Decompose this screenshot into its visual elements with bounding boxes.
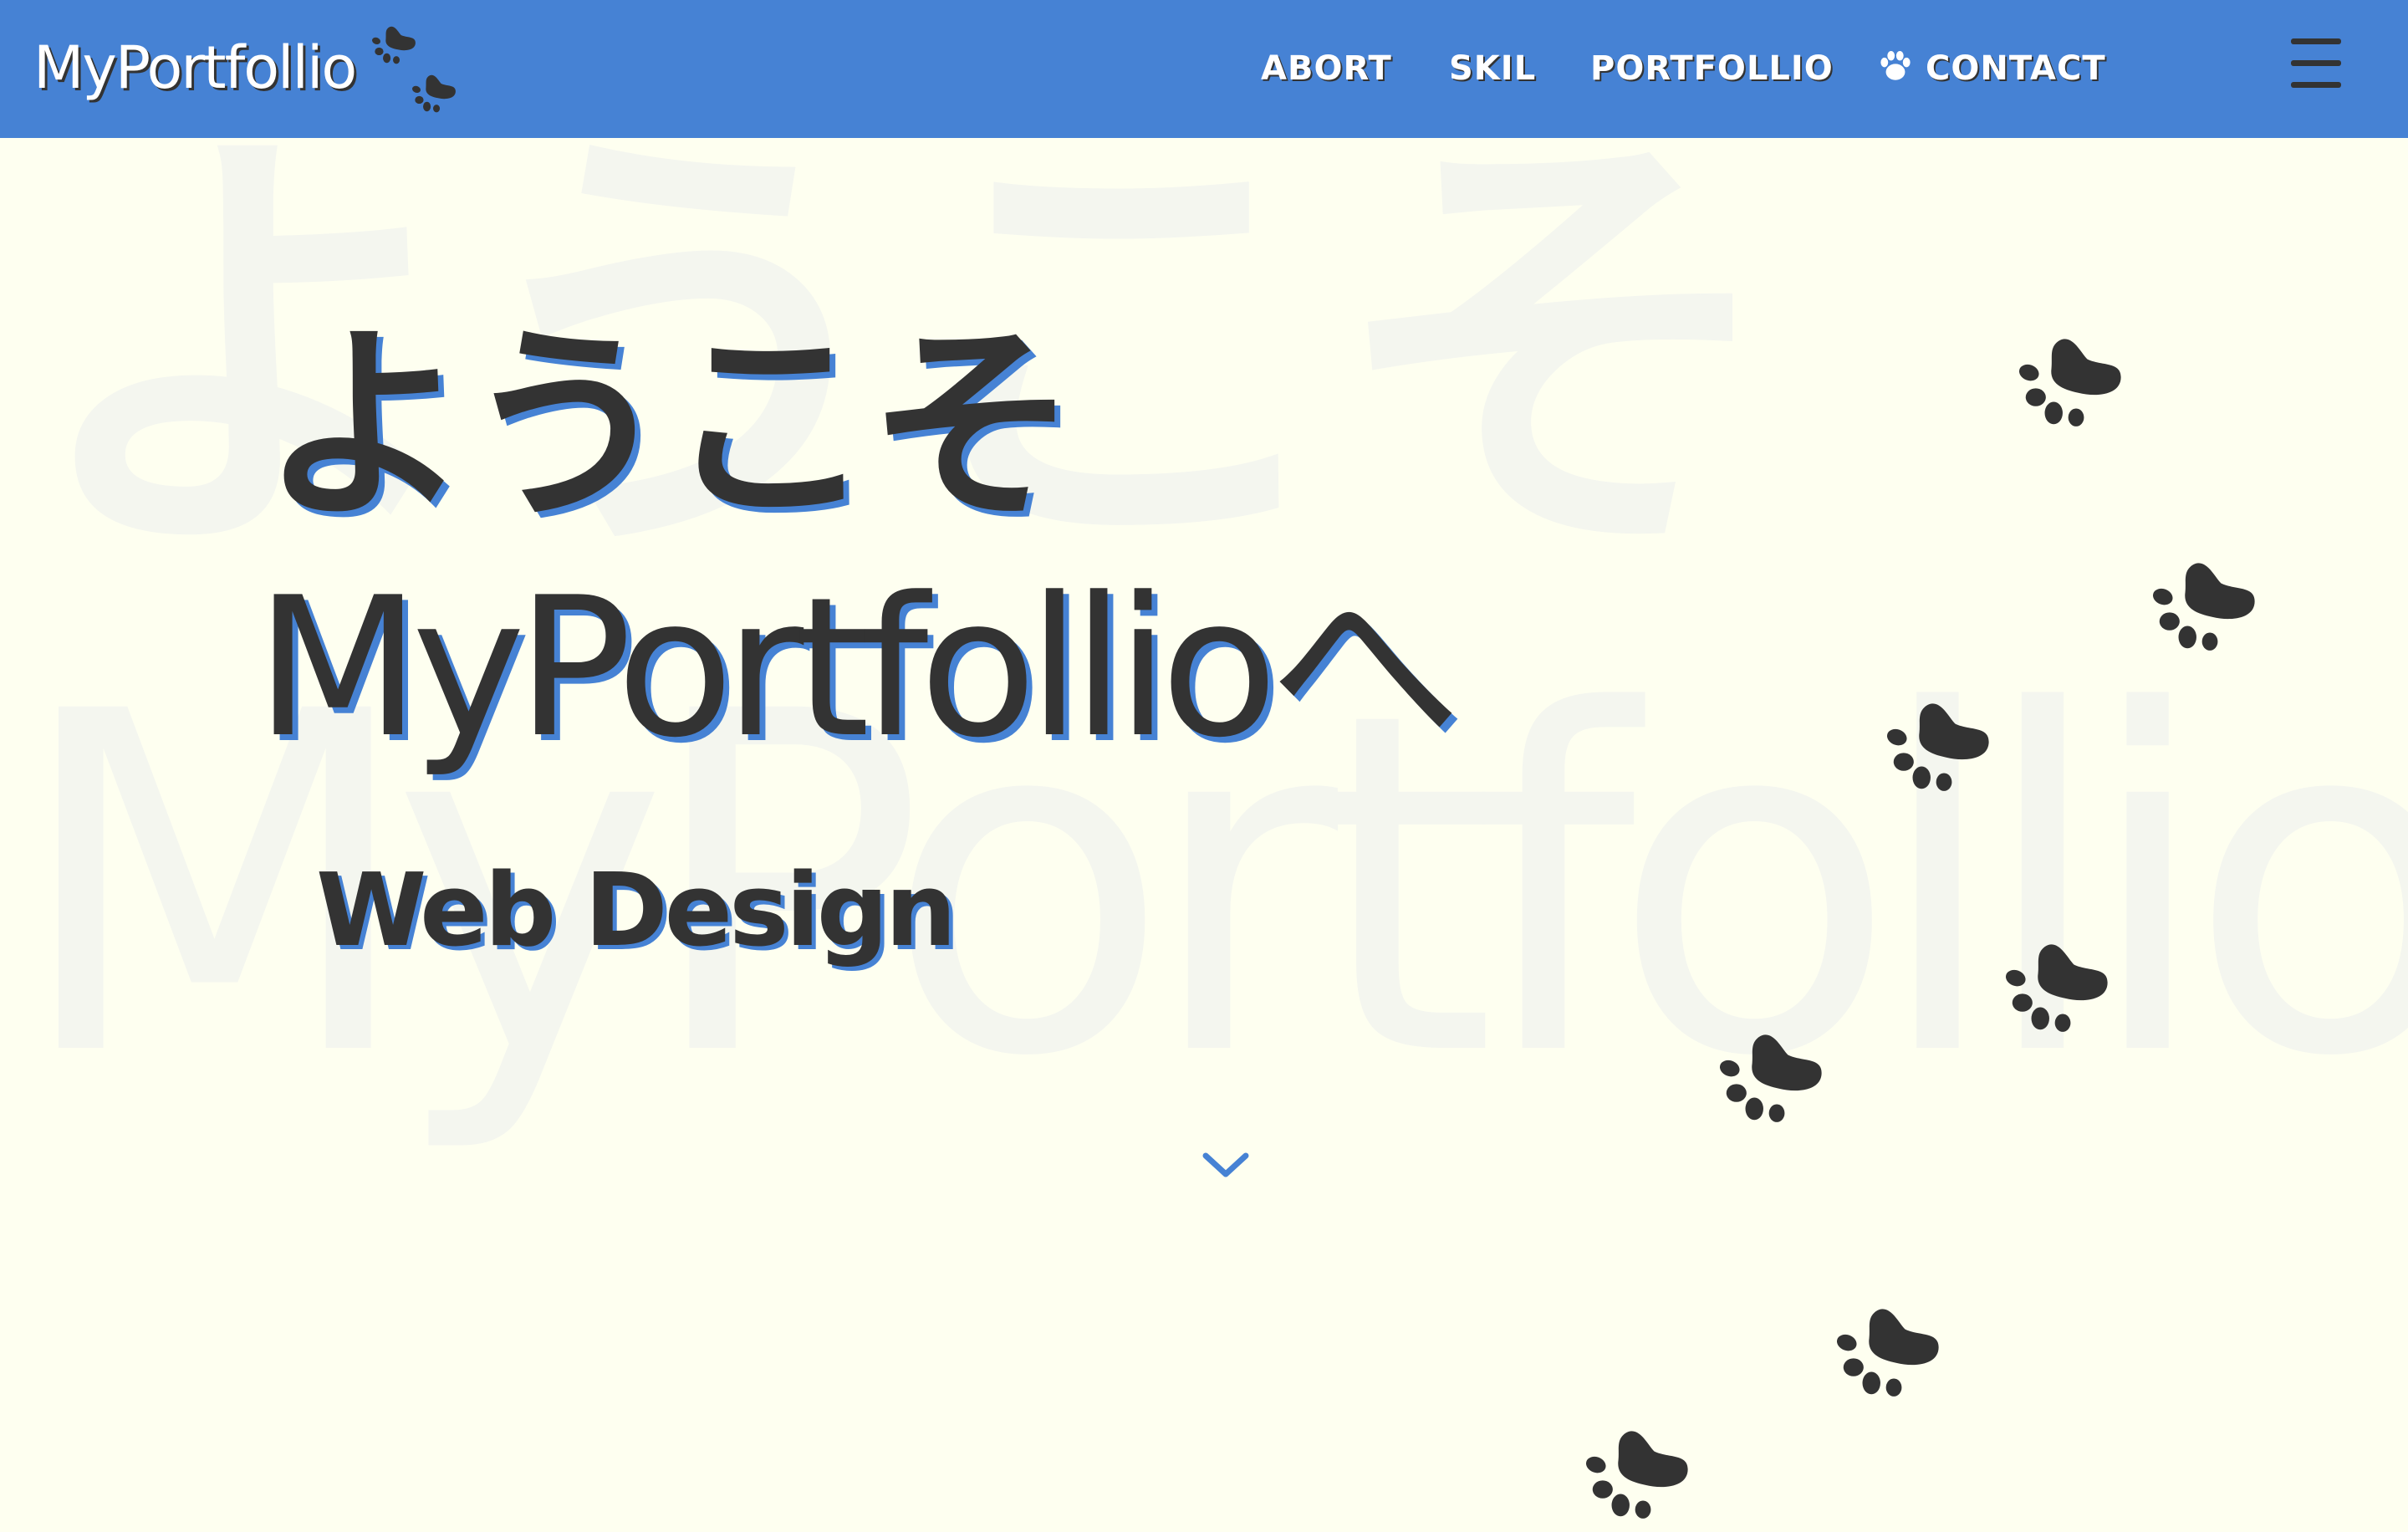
nav-contact-label: CONTACT <box>1926 49 2106 88</box>
nav-about[interactable]: ABORT <box>1261 43 1392 94</box>
nav-skill[interactable]: SKIL <box>1449 43 1536 94</box>
hero-subtitle: Web Design <box>316 853 957 969</box>
hero-portfolio-title: MyPortfollioへ <box>255 557 1462 780</box>
nav-portfolio[interactable]: PORTFOLLIO <box>1590 43 1834 94</box>
logo-text: MyPortfollio <box>33 33 357 102</box>
paw-print-icon <box>1881 692 1993 804</box>
paw-print-icon <box>1580 1420 1692 1532</box>
paw-print-icon <box>1831 1298 1943 1410</box>
hero-welcome-title: ようこそ <box>261 304 1077 548</box>
paw-prints-icon <box>368 22 460 114</box>
paw-print-icon <box>2013 328 2125 440</box>
hero-section: ようこそ MyPortfollioへ Web Design <box>0 0 2408 1505</box>
site-header: MyPortfollio ABORT SKIL PORTFOLLIO CONTA… <box>0 0 2408 138</box>
paw-print-icon <box>2000 933 2112 1045</box>
paw-icon <box>1880 50 1911 80</box>
paw-print-icon <box>1714 1024 1826 1136</box>
nav-contact[interactable]: CONTACT <box>1877 43 2106 94</box>
hamburger-menu-icon[interactable] <box>2291 38 2341 89</box>
chevron-down-icon[interactable] <box>1201 1147 1251 1181</box>
paw-print-icon <box>2147 552 2259 664</box>
